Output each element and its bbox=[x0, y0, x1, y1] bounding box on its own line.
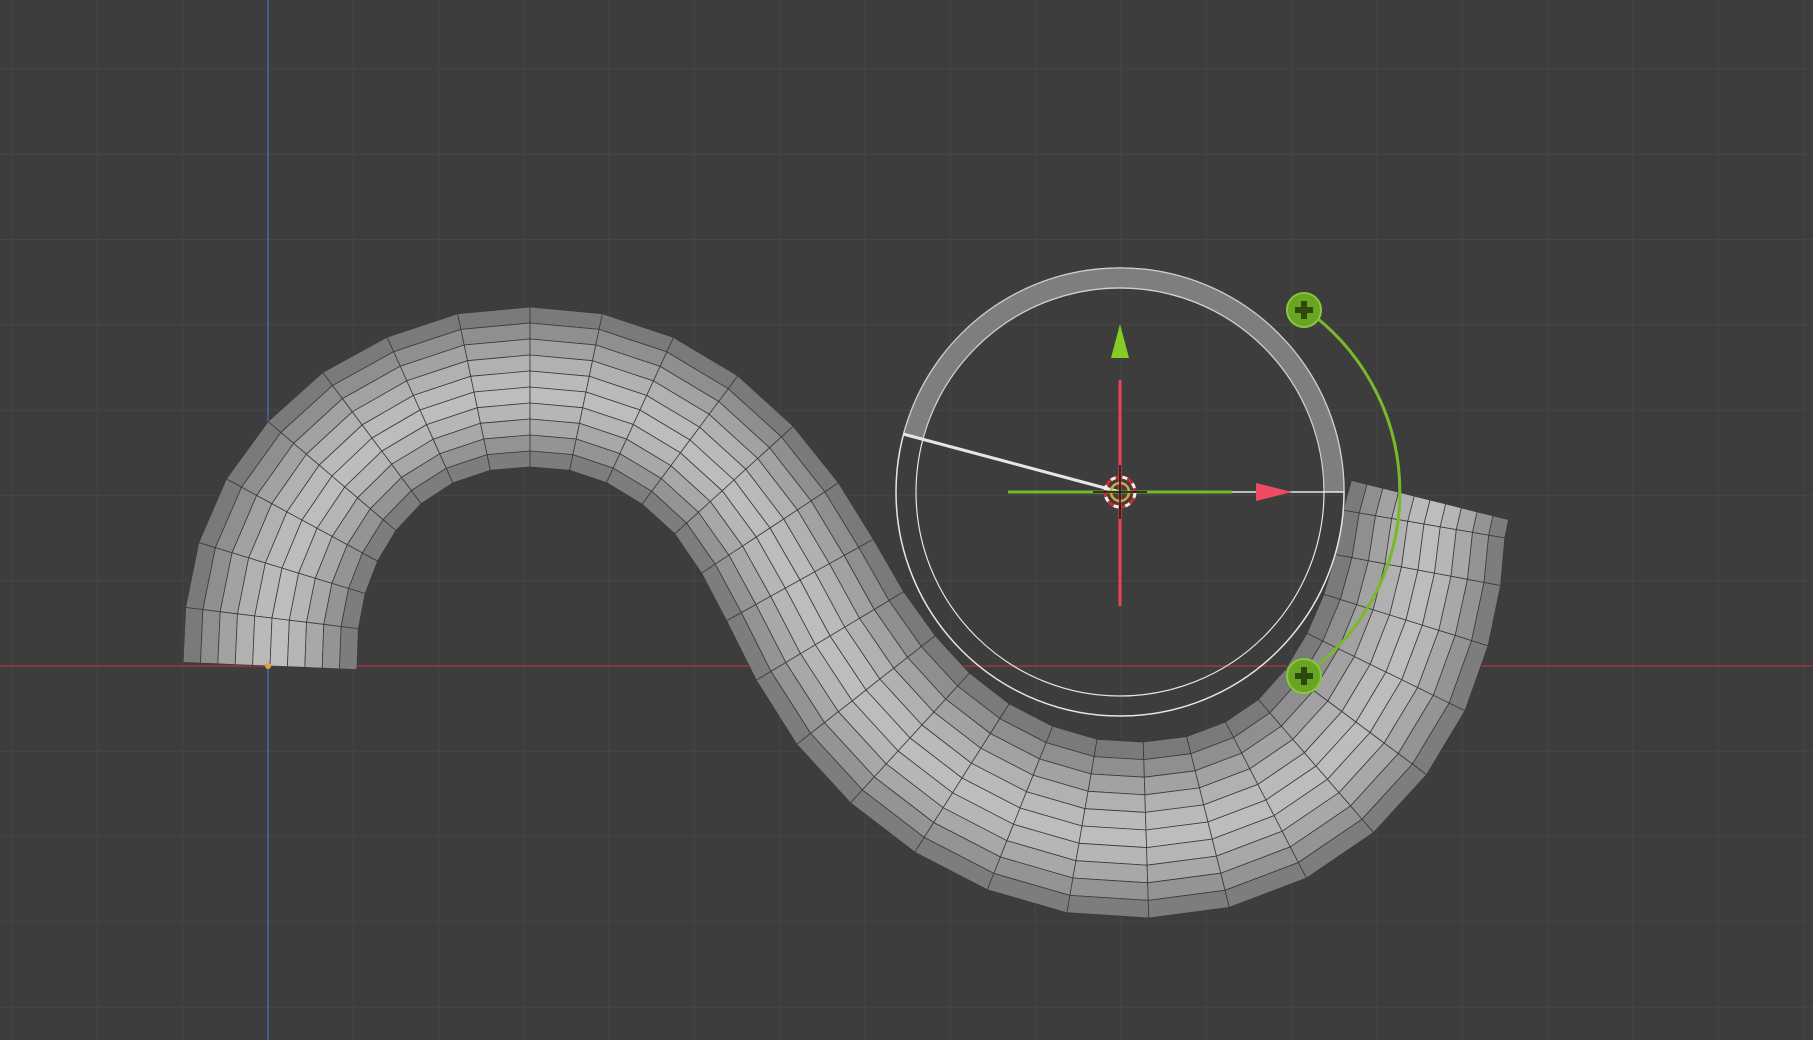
mesh-face bbox=[182, 606, 204, 664]
mesh-face bbox=[486, 450, 531, 471]
mesh-face bbox=[200, 609, 221, 665]
mesh-face bbox=[1093, 738, 1145, 761]
mesh-face bbox=[217, 611, 238, 666]
plus-icon[interactable] bbox=[1286, 658, 1322, 694]
arrow-up-icon[interactable] bbox=[1111, 324, 1129, 358]
origin-point bbox=[265, 663, 271, 669]
viewport-canvas[interactable] bbox=[0, 0, 1813, 1040]
mesh-face bbox=[529, 450, 574, 471]
mesh-face bbox=[321, 623, 342, 670]
mesh-face bbox=[234, 613, 256, 666]
arrow-right-icon[interactable] bbox=[1256, 483, 1292, 501]
spin-angle-band bbox=[902, 267, 1345, 493]
plus-icon[interactable] bbox=[1286, 292, 1322, 328]
3d-cursor-icon[interactable] bbox=[1093, 465, 1147, 519]
mesh-face bbox=[269, 617, 290, 668]
spin-start-line bbox=[902, 432, 1121, 494]
mesh-face bbox=[252, 615, 273, 667]
3d-viewport[interactable] bbox=[0, 0, 1813, 1040]
mesh-face bbox=[286, 619, 307, 668]
mesh-face bbox=[339, 626, 359, 671]
mesh-face bbox=[304, 621, 325, 669]
